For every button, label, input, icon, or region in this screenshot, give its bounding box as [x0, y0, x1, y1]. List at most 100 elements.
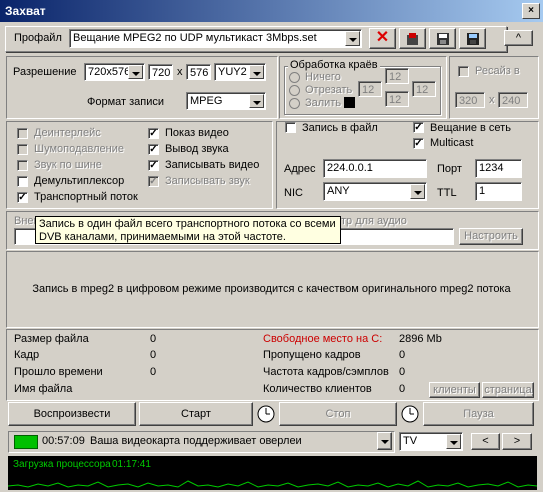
- delete-profile-button[interactable]: ✕: [369, 28, 396, 49]
- transport-checkbox[interactable]: ✓: [17, 192, 28, 203]
- check-icon: ✓: [149, 160, 158, 171]
- new-file-icon: [406, 33, 418, 45]
- mode-select[interactable]: TV: [399, 432, 463, 451]
- clients-label: Количество клиентов: [263, 383, 372, 395]
- multicast-label: Multicast: [430, 137, 474, 149]
- resolution-select[interactable]: 720x576: [84, 63, 145, 81]
- profile-label: Профайл: [14, 32, 62, 44]
- start-button[interactable]: Старт: [139, 402, 253, 426]
- multicast-checkbox[interactable]: ✓: [413, 138, 424, 149]
- pixel-format-select[interactable]: YUY2: [214, 63, 266, 81]
- status-dropdown[interactable]: [377, 432, 392, 450]
- port-label: Порт: [437, 163, 462, 175]
- dropped-value: 0: [399, 349, 406, 361]
- resize-width-input[interactable]: 320: [455, 92, 485, 108]
- denoise-label: Шумоподавление: [34, 143, 124, 155]
- close-icon[interactable]: ×: [522, 3, 540, 19]
- new-profile-button[interactable]: [399, 28, 426, 49]
- edges-none-radio[interactable]: [289, 72, 300, 83]
- status-time: 00:57:09: [42, 435, 85, 447]
- address-input[interactable]: 224.0.0.1: [323, 159, 427, 178]
- cpu-label: Загрузка процессора: [13, 459, 111, 470]
- edge-right-input[interactable]: 12: [412, 81, 436, 97]
- profile-value: Вещание MPEG2 по UDP мультикаст 3Mbps.se…: [73, 32, 317, 44]
- resolution-value: 720x576: [88, 66, 131, 78]
- ttl-label: TTL: [437, 187, 457, 199]
- chevron-down-icon[interactable]: [446, 434, 461, 449]
- save-as-button[interactable]: [429, 28, 456, 49]
- free-space-label: Свободное место на C:: [263, 333, 383, 345]
- cpu-time: 01:17:41: [112, 459, 151, 470]
- broadcast-checkbox[interactable]: ✓: [413, 122, 424, 133]
- tooltip: Запись в один файл всего транспортного п…: [35, 216, 341, 244]
- rec-file-label: Запись в файл: [302, 122, 378, 134]
- edges-cut-label: Отрезать: [305, 84, 353, 96]
- record-format-select[interactable]: MPEG: [186, 92, 266, 110]
- stop-button[interactable]: Стоп: [279, 402, 397, 426]
- broadcast-label: Вещание в сеть: [430, 122, 511, 134]
- demux-checkbox[interactable]: [17, 176, 28, 187]
- resize-label: Ресайз в: [475, 65, 520, 77]
- rec-sound-checkbox[interactable]: ✓: [148, 176, 159, 187]
- edge-left-input[interactable]: 12: [358, 81, 382, 97]
- chevron-down-icon[interactable]: [128, 65, 143, 79]
- save-button[interactable]: [459, 28, 486, 49]
- fill-color-swatch[interactable]: [344, 97, 355, 108]
- resize-height-input[interactable]: 240: [498, 92, 528, 108]
- resize-checkbox[interactable]: [458, 66, 469, 77]
- edge-bottom-input[interactable]: 12: [385, 91, 409, 107]
- height-input[interactable]: 576: [186, 64, 211, 80]
- frame-label: Кадр: [14, 349, 40, 361]
- next-button[interactable]: >: [502, 433, 532, 450]
- chevron-down-icon[interactable]: [345, 31, 360, 46]
- edge-top-input[interactable]: 12: [385, 68, 409, 84]
- pixel-format-value: YUY2: [218, 66, 247, 78]
- clients-button[interactable]: клиенты: [429, 382, 480, 398]
- x-label: x: [177, 66, 183, 78]
- chevron-down-icon[interactable]: [410, 184, 425, 199]
- external-audio-label: тр для аудио: [341, 215, 407, 227]
- check-icon: ✓: [149, 176, 158, 187]
- rec-file-checkbox[interactable]: [285, 122, 296, 133]
- prev-button[interactable]: <: [471, 433, 500, 450]
- pause-button[interactable]: Пауза: [423, 402, 534, 426]
- nic-value: ANY: [327, 185, 350, 197]
- show-video-label: Показ видео: [165, 127, 229, 139]
- stop-timer-icon[interactable]: [400, 403, 420, 425]
- record-format-label: Формат записи: [87, 96, 165, 108]
- collapse-button[interactable]: ^: [504, 30, 533, 46]
- floppy-icon: [466, 33, 479, 45]
- rate-label: Частота кадров/сэмплов: [263, 366, 389, 378]
- check-icon: ✓: [149, 128, 158, 139]
- page-button[interactable]: страница: [482, 382, 534, 398]
- record-format-value: MPEG: [190, 95, 223, 107]
- show-video-checkbox[interactable]: ✓: [148, 128, 159, 139]
- profile-select[interactable]: Вещание MPEG2 по UDP мультикаст 3Mbps.se…: [69, 29, 362, 48]
- ttl-input[interactable]: 1: [475, 182, 522, 201]
- sound-out-checkbox[interactable]: ✓: [148, 144, 159, 155]
- chevron-down-icon[interactable]: [249, 65, 264, 79]
- sound-bus-checkbox[interactable]: [17, 160, 28, 171]
- address-label: Адрес: [284, 163, 316, 175]
- sound-out-label: Вывод звука: [165, 143, 229, 155]
- setup-button[interactable]: Настроить: [459, 228, 523, 245]
- chevron-down-icon[interactable]: [249, 94, 264, 108]
- edges-none-label: Ничего: [305, 71, 341, 83]
- edges-fill-radio[interactable]: [289, 98, 300, 109]
- port-input[interactable]: 1234: [475, 159, 522, 178]
- check-icon: ✓: [414, 122, 423, 133]
- sound-bus-label: Звук по шине: [34, 159, 102, 171]
- nic-select[interactable]: ANY: [323, 182, 427, 201]
- cpu-line: [8, 480, 537, 488]
- denoise-checkbox[interactable]: [17, 144, 28, 155]
- deinterlace-label: Деинтерлейс: [34, 127, 101, 139]
- start-timer-icon[interactable]: [256, 403, 276, 425]
- file-size-value: 0: [150, 333, 157, 345]
- width-input[interactable]: 720: [148, 64, 173, 80]
- frame-value: 0: [150, 349, 157, 361]
- rec-video-checkbox[interactable]: ✓: [148, 160, 159, 171]
- title-bar: Захват ×: [0, 0, 543, 22]
- edges-cut-radio[interactable]: [289, 85, 300, 96]
- play-button[interactable]: Воспроизвести: [8, 402, 136, 426]
- deinterlace-checkbox[interactable]: [17, 128, 28, 139]
